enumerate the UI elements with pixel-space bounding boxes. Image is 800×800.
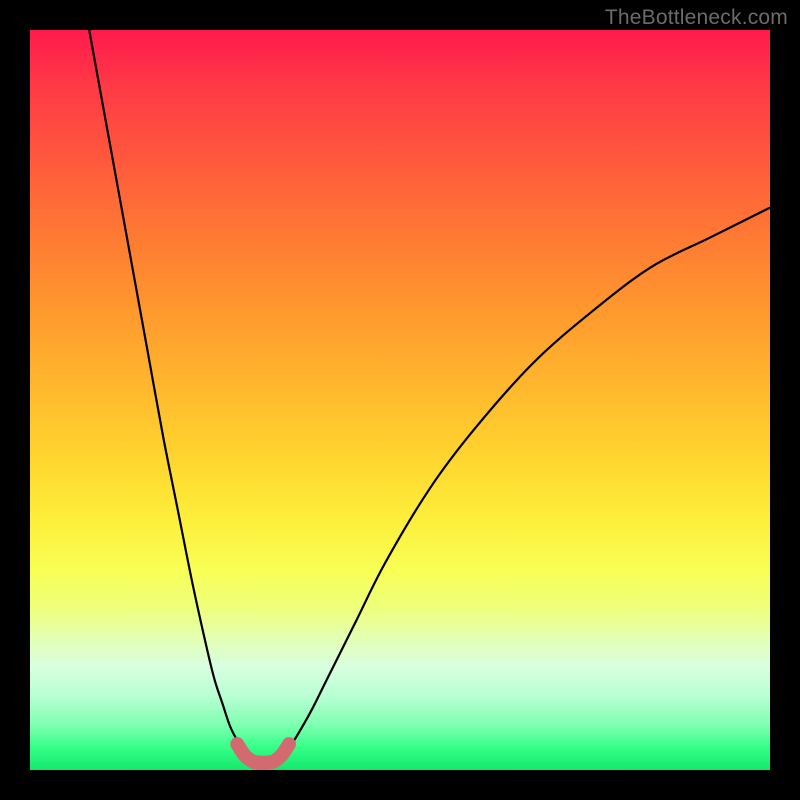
curve-layer	[30, 30, 770, 770]
watermark-text: TheBottleneck.com	[605, 6, 788, 30]
chart-frame: TheBottleneck.com	[0, 0, 800, 800]
valley-marker	[237, 744, 289, 763]
bottleneck-curve-right	[282, 208, 770, 759]
plot-area	[30, 30, 770, 770]
bottleneck-curve-left	[89, 30, 252, 759]
